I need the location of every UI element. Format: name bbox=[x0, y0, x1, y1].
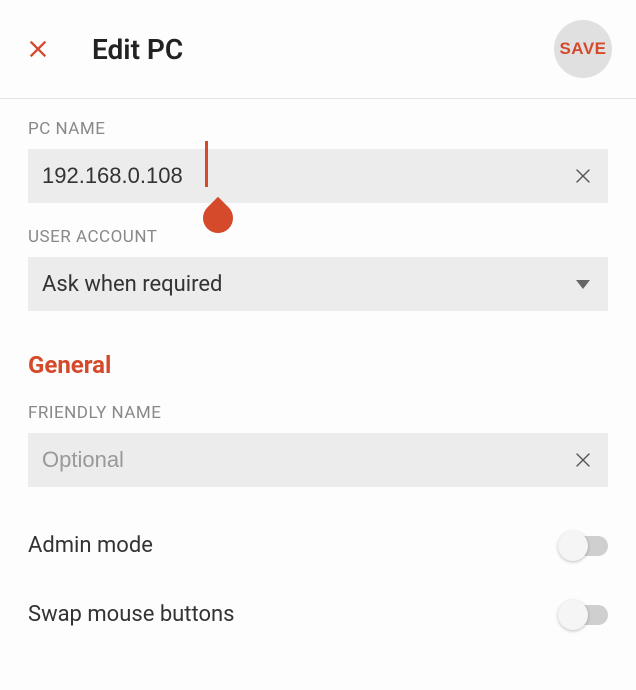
friendly-name-input[interactable] bbox=[42, 447, 572, 473]
user-account-value: Ask when required bbox=[42, 272, 576, 297]
friendly-name-label: FRIENDLY NAME bbox=[28, 403, 608, 423]
header-bar: Edit PC SAVE bbox=[0, 0, 636, 99]
toggle-knob bbox=[558, 531, 588, 561]
chevron-down-icon bbox=[576, 275, 590, 294]
clear-icon[interactable] bbox=[572, 449, 594, 471]
toggle-knob bbox=[558, 600, 588, 630]
text-cursor bbox=[205, 141, 208, 187]
pc-name-input[interactable] bbox=[42, 163, 572, 189]
admin-mode-label: Admin mode bbox=[28, 533, 560, 558]
swap-mouse-label: Swap mouse buttons bbox=[28, 602, 560, 627]
page-title: Edit PC bbox=[92, 33, 554, 66]
user-account-label: USER ACCOUNT bbox=[28, 227, 608, 247]
admin-mode-toggle[interactable] bbox=[560, 536, 608, 556]
pc-name-field[interactable] bbox=[28, 149, 608, 203]
content-area: PC NAME USER ACCOUNT Ask when required G… bbox=[0, 99, 636, 649]
user-account-dropdown[interactable]: Ask when required bbox=[28, 257, 608, 311]
close-icon[interactable] bbox=[24, 35, 52, 63]
admin-mode-row: Admin mode bbox=[28, 511, 608, 580]
swap-mouse-toggle[interactable] bbox=[560, 605, 608, 625]
swap-mouse-row: Swap mouse buttons bbox=[28, 580, 608, 649]
clear-icon[interactable] bbox=[572, 165, 594, 187]
general-section-title: General bbox=[28, 351, 608, 379]
pc-name-label: PC NAME bbox=[28, 119, 608, 139]
friendly-name-field[interactable] bbox=[28, 433, 608, 487]
save-button[interactable]: SAVE bbox=[554, 20, 612, 78]
